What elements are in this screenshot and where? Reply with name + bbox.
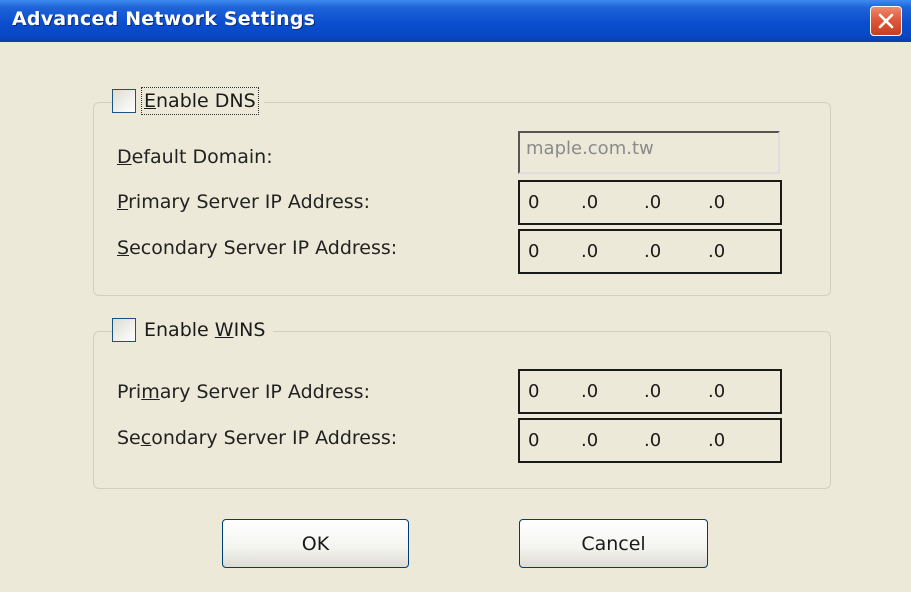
ip-octet-4[interactable]: .0: [708, 192, 725, 213]
close-button[interactable]: [870, 6, 902, 36]
label-text: efault Domain:: [131, 146, 273, 168]
ip-octet-1[interactable]: 0: [528, 241, 539, 262]
ip-octet-4[interactable]: .0: [708, 381, 725, 402]
mnemonic-e: E: [144, 90, 157, 112]
default-domain-label: Default Domain:: [117, 146, 273, 168]
label-text: INS: [233, 319, 266, 341]
ip-octet-1[interactable]: 0: [528, 381, 539, 402]
mnemonic-w: W: [214, 319, 234, 341]
ok-button[interactable]: OK: [222, 519, 409, 568]
wins-secondary-ip-field[interactable]: 0 .0 .0 .0: [518, 418, 782, 463]
ip-octet-2[interactable]: .0: [581, 430, 598, 451]
mnemonic-p: P: [117, 191, 129, 213]
ip-octet-3[interactable]: .0: [644, 381, 661, 402]
mnemonic-d: D: [117, 146, 132, 168]
title-bar[interactable]: Advanced Network Settings: [0, 0, 911, 42]
label-text: Pri: [117, 381, 142, 403]
wins-secondary-label: Secondary Server IP Address:: [117, 427, 397, 449]
enable-dns-label[interactable]: Enable DNS: [141, 87, 259, 115]
wins-primary-label: Primary Server IP Address:: [117, 381, 370, 403]
label-text: ary Server IP Address:: [159, 381, 370, 403]
enable-wins-checkbox-row[interactable]: Enable WINS: [112, 315, 274, 345]
label-text: ondary Server IP Address:: [151, 427, 398, 449]
mnemonic-s: S: [117, 237, 130, 259]
ip-octet-2[interactable]: .0: [581, 192, 598, 213]
close-icon: [878, 13, 894, 29]
dns-primary-ip-field[interactable]: 0 .0 .0 .0: [518, 180, 782, 225]
window-title: Advanced Network Settings: [12, 8, 316, 30]
dns-secondary-label: Secondary Server IP Address:: [117, 237, 397, 259]
label-text: rimary Server IP Address:: [128, 191, 370, 213]
label-text: econdary Server IP Address:: [129, 237, 398, 259]
ip-octet-3[interactable]: .0: [644, 430, 661, 451]
ip-octet-3[interactable]: .0: [644, 192, 661, 213]
mnemonic-m: m: [141, 381, 160, 403]
ip-octet-4[interactable]: .0: [708, 430, 725, 451]
ip-octet-3[interactable]: .0: [644, 241, 661, 262]
dns-primary-label: Primary Server IP Address:: [117, 191, 370, 213]
wins-primary-ip-field[interactable]: 0 .0 .0 .0: [518, 369, 782, 414]
ip-octet-1[interactable]: 0: [528, 430, 539, 451]
cancel-button[interactable]: Cancel: [519, 519, 708, 568]
ip-octet-4[interactable]: .0: [708, 241, 725, 262]
enable-wins-label[interactable]: Enable WINS: [142, 317, 267, 343]
label-text: Se: [117, 427, 141, 449]
mnemonic-c: c: [140, 427, 152, 449]
label-text: nable DNS: [156, 90, 256, 112]
dns-secondary-ip-field[interactable]: 0 .0 .0 .0: [518, 229, 782, 274]
enable-wins-checkbox[interactable]: [112, 318, 136, 342]
enable-dns-checkbox[interactable]: [112, 89, 136, 113]
ip-octet-2[interactable]: .0: [581, 241, 598, 262]
label-text: Enable: [144, 319, 215, 341]
default-domain-input[interactable]: maple.com.tw: [518, 131, 780, 174]
enable-dns-checkbox-row[interactable]: Enable DNS: [112, 86, 264, 116]
ip-octet-2[interactable]: .0: [581, 381, 598, 402]
ip-octet-1[interactable]: 0: [528, 192, 539, 213]
